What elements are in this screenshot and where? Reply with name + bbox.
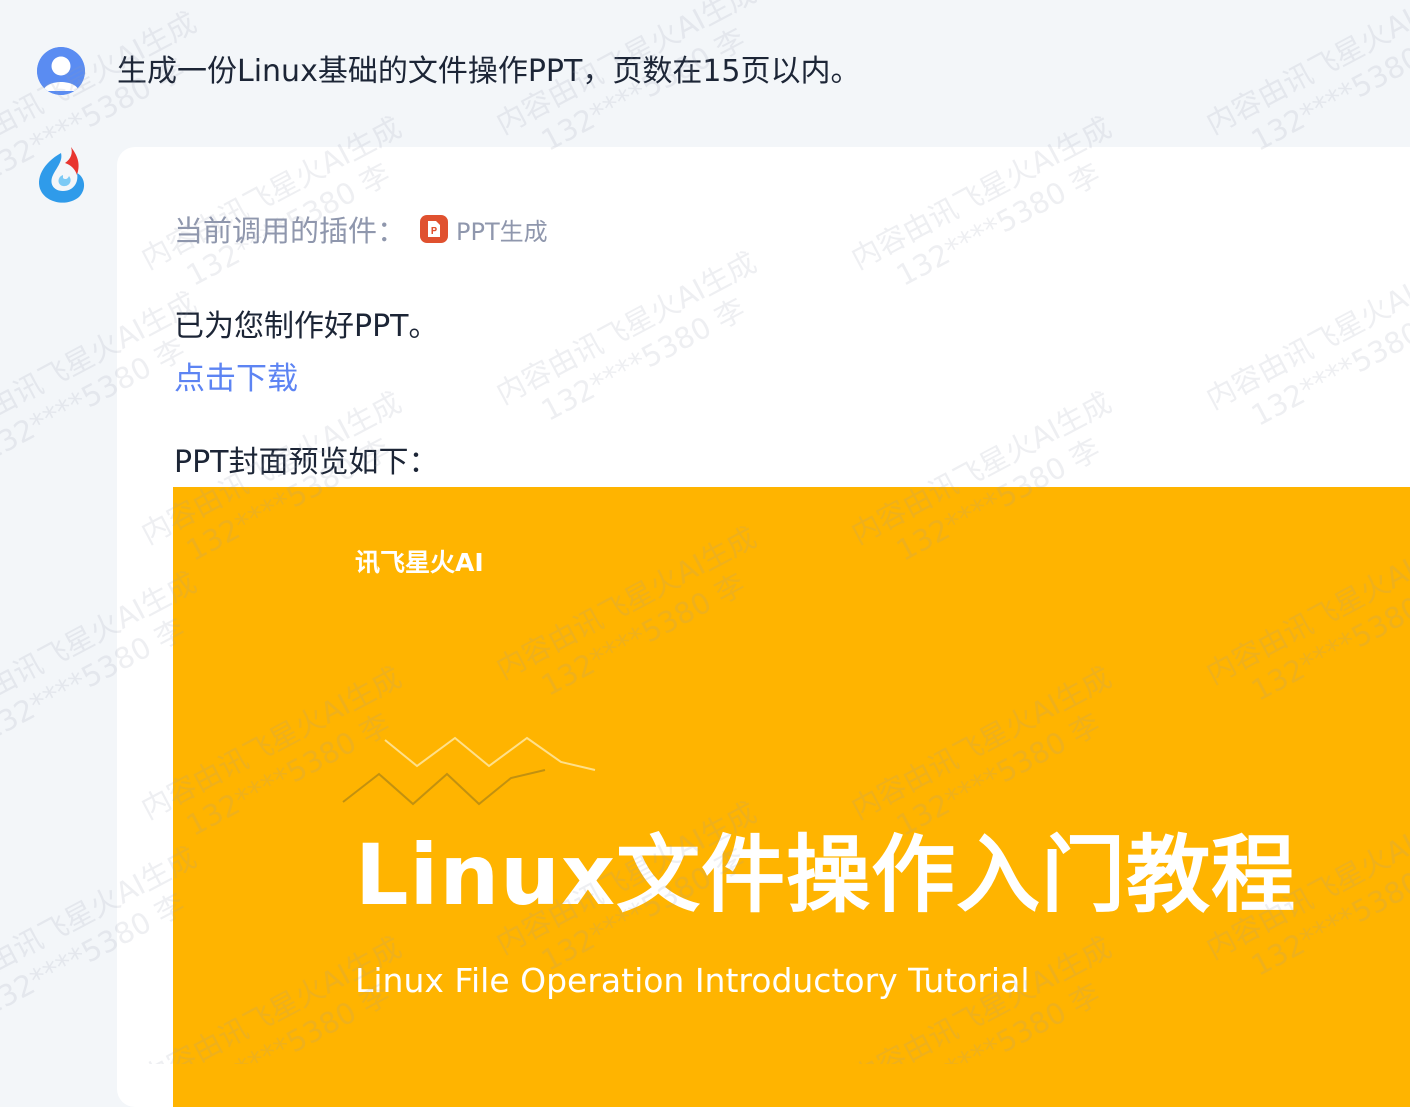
cover-title: Linux文件操作入门教程: [355, 826, 1297, 924]
plugin-chip[interactable]: PPT生成: [420, 212, 548, 247]
zigzag-decoration-icon: [342, 736, 596, 806]
reply-text: 已为您制作好PPT。: [174, 309, 439, 344]
user-avatar-icon: [37, 47, 85, 95]
plugin-info: 当前调用的插件： PPT生成: [174, 209, 548, 249]
preview-label: PPT封面预览如下：: [174, 445, 439, 480]
assistant-message-card: 当前调用的插件： PPT生成 已为您制作好PPT。 点击下载 PPT封面预览如下…: [117, 147, 1410, 1107]
user-message-text: 生成一份Linux基础的文件操作PPT，页数在15页以内。: [117, 54, 861, 89]
ppt-cover-preview[interactable]: 讯飞星火AI Linux文件操作入门教程 Linux File Operatio…: [173, 487, 1410, 1107]
spark-logo-icon: [33, 145, 89, 207]
cover-brand-logo: 讯飞星火AI: [355, 548, 484, 577]
ppt-file-icon: [420, 215, 449, 243]
cover-subtitle: Linux File Operation Introductory Tutori…: [355, 961, 1030, 1000]
plugin-prefix-label: 当前调用的插件：: [174, 214, 407, 248]
download-link[interactable]: 点击下载: [174, 359, 298, 399]
user-message-row: 生成一份Linux基础的文件操作PPT，页数在15页以内。: [0, 0, 1410, 140]
plugin-name-label: PPT生成: [456, 217, 548, 246]
